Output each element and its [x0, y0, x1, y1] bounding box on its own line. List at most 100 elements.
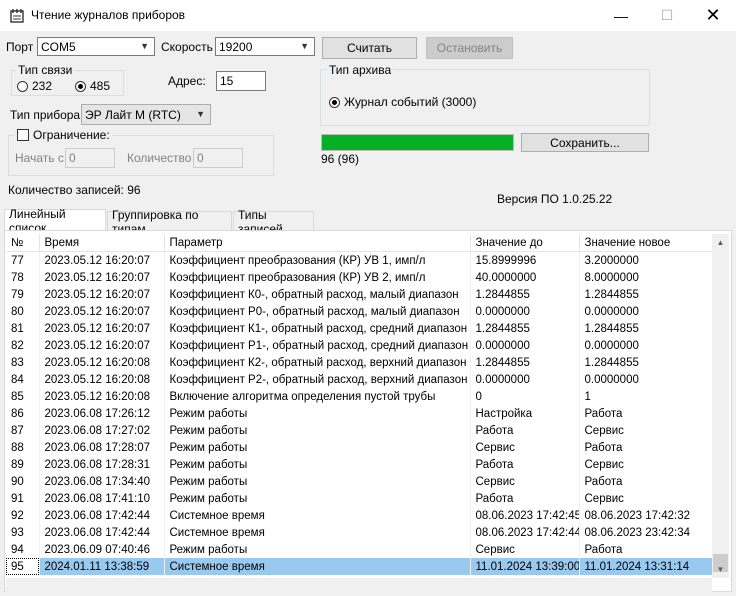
- maximize-icon[interactable]: ☐: [644, 0, 690, 31]
- radio-485-circle: [75, 80, 86, 92]
- table-cell: 40.0000000: [470, 269, 580, 286]
- port-label: Порт: [6, 40, 34, 54]
- table-row[interactable]: 88 2023.06.08 17:28:07 Режим работы Сервис Р…: [6, 439, 712, 456]
- table-cell: Включение алгоритма определения пустой т…: [164, 388, 471, 405]
- table-cell: 86: [6, 405, 40, 422]
- table-row[interactable]: 81 2023.05.12 16:20:07 Коэффициент К1-, об…: [6, 320, 712, 337]
- horizontal-scrollbar[interactable]: [6, 578, 712, 592]
- speed-select[interactable]: 19200 ▼: [215, 37, 315, 56]
- table-cell: 91: [6, 490, 40, 507]
- table-cell: 11.01.2024 13:31:14: [579, 558, 712, 575]
- radio-232[interactable]: 232: [17, 79, 52, 93]
- table-cell: 94: [6, 541, 40, 558]
- radio-232-label: 232: [32, 79, 53, 93]
- table-row[interactable]: 84 2023.05.12 16:20:08 Коэффициент Р2-, об…: [6, 371, 712, 388]
- tab-group-by-type[interactable]: Группировка по типам: [107, 208, 232, 236]
- table-cell: Системное время: [164, 524, 471, 541]
- table-cell: Коэффициент Р0-, обратный расход, малый …: [164, 303, 471, 320]
- archive-type-legend: Тип архива: [327, 63, 394, 77]
- table-cell: 8.0000000: [579, 269, 712, 286]
- start-label: Начать с: [15, 151, 64, 165]
- table-cell: 81: [6, 320, 40, 337]
- device-label: Тип прибора:: [10, 108, 84, 122]
- device-select[interactable]: ЭР Лайт М (RTC) ▼: [81, 104, 211, 125]
- table-row[interactable]: 90 2023.06.08 17:34:40 Режим работы Сервис Р…: [6, 473, 712, 490]
- limit-checkbox-label: Ограничение:: [33, 128, 110, 142]
- table-cell: 2023.06.09 07:40:46: [39, 541, 165, 558]
- table-cell: 88: [6, 439, 40, 456]
- table-cell: 83: [6, 354, 40, 371]
- table-cell: Коэффициент преобразования (КР) УВ 2, им…: [164, 269, 471, 286]
- column-header-value-before[interactable]: Значение до: [470, 234, 580, 252]
- column-header-value-new[interactable]: Значение новое: [579, 234, 712, 252]
- count-input[interactable]: 0: [193, 148, 243, 168]
- table-cell: 2023.06.08 17:42:44: [39, 524, 165, 541]
- table-cell: 08.06.2023 17:42:32: [579, 507, 712, 524]
- column-header-number[interactable]: №: [6, 234, 40, 252]
- table-cell: 2023.05.12 16:20:08: [39, 354, 165, 371]
- port-select[interactable]: COM5 ▼: [37, 37, 155, 56]
- stop-button[interactable]: Остановить: [426, 37, 513, 59]
- table-cell: 80: [6, 303, 40, 320]
- table-cell: 0: [470, 388, 580, 405]
- vertical-scrollbar[interactable]: ▲ ▼: [712, 234, 729, 578]
- window-title: Чтение журналов приборов: [31, 8, 186, 22]
- column-header-time[interactable]: Время: [39, 234, 165, 252]
- table-row[interactable]: 87 2023.06.08 17:27:02 Режим работы Работа С…: [6, 422, 712, 439]
- archive-option-radio[interactable]: Журнал событий (3000): [329, 95, 476, 109]
- scroll-up-icon[interactable]: ▲: [712, 234, 729, 251]
- progress-fill: [322, 135, 513, 150]
- table-row[interactable]: 91 2023.06.08 17:41:10 Режим работы Работа С…: [6, 490, 712, 507]
- close-icon[interactable]: ✕: [690, 0, 736, 31]
- address-input[interactable]: 15: [216, 71, 266, 91]
- table-cell: 08.06.2023 23:42:34: [579, 524, 712, 541]
- table-cell: Коэффициент К1-, обратный расход, средни…: [164, 320, 471, 337]
- table-cell: Работа: [470, 490, 580, 507]
- table-cell: 2023.05.12 16:20:07: [39, 286, 165, 303]
- progress-text: 96 (96): [321, 152, 360, 166]
- read-button[interactable]: Считать: [322, 37, 417, 59]
- table-cell: 1.2844855: [579, 320, 712, 337]
- table-row[interactable]: 83 2023.05.12 16:20:08 Коэффициент К2-, об…: [6, 354, 712, 371]
- address-label: Адрес:: [168, 74, 206, 88]
- table-cell: 82: [6, 337, 40, 354]
- records-list[interactable]: № Время Параметр Значение до Значение но…: [6, 234, 712, 578]
- table-row[interactable]: 93 2023.06.08 17:42:44 Системное время 08.0…: [6, 524, 712, 541]
- table-row[interactable]: 82 2023.05.12 16:20:07 Коэффициент Р1-, об…: [6, 337, 712, 354]
- table-cell: Сервис: [579, 490, 712, 507]
- table-cell: Коэффициент Р1-, обратный расход, средни…: [164, 337, 471, 354]
- table-cell: 1: [579, 388, 712, 405]
- table-row[interactable]: 89 2023.06.08 17:28:31 Режим работы Работа С…: [6, 456, 712, 473]
- table-cell: 2023.06.08 17:42:44: [39, 507, 165, 524]
- table-cell: Коэффициент Р2-, обратный расход, верхни…: [164, 371, 471, 388]
- table-row[interactable]: 92 2023.06.08 17:42:44 Системное время 08.0…: [6, 507, 712, 524]
- records-count: Количество записей: 96: [8, 183, 141, 197]
- table-cell: 84: [6, 371, 40, 388]
- tab-linear-list[interactable]: Линейный список: [4, 207, 106, 235]
- tab-record-types[interactable]: Типы записей: [233, 208, 314, 236]
- table-cell: Режим работы: [164, 473, 471, 490]
- table-row[interactable]: 77 2023.05.12 16:20:07 Коэффициент преобра…: [6, 251, 712, 269]
- chevron-down-icon: ▼: [196, 109, 205, 119]
- table-row[interactable]: 95 2024.01.11 13:38:59 Системное время 11.0…: [6, 558, 712, 575]
- table-row[interactable]: 80 2023.05.12 16:20:07 Коэффициент Р0-, об…: [6, 303, 712, 320]
- version-text: Версия ПО 1.0.25.22: [497, 192, 613, 206]
- table-row[interactable]: 78 2023.05.12 16:20:07 Коэффициент преобра…: [6, 269, 712, 286]
- table-cell: 2023.05.12 16:20:07: [39, 337, 165, 354]
- table-cell: Работа: [470, 456, 580, 473]
- device-value: ЭР Лайт М (RTC): [85, 107, 181, 122]
- table-row[interactable]: 94 2023.06.09 07:40:46 Режим работы Сервис Р…: [6, 541, 712, 558]
- column-header-parameter[interactable]: Параметр: [164, 234, 471, 252]
- radio-485[interactable]: 485: [75, 79, 110, 93]
- table-cell: 2023.05.12 16:20:07: [39, 320, 165, 337]
- table-row[interactable]: 86 2023.06.08 17:26:12 Режим работы Настрой…: [6, 405, 712, 422]
- minimize-icon[interactable]: —: [598, 0, 644, 31]
- limit-checkbox[interactable]: Ограничение:: [15, 128, 112, 142]
- archive-radio-circle: [329, 96, 340, 108]
- start-input[interactable]: 0: [65, 148, 115, 168]
- table-row[interactable]: 85 2023.05.12 16:20:08 Включение алгоритма…: [6, 388, 712, 405]
- table-cell: 1.2844855: [579, 286, 712, 303]
- table-row[interactable]: 79 2023.05.12 16:20:07 Коэффициент К0-, об…: [6, 286, 712, 303]
- scroll-down-icon[interactable]: ▼: [712, 561, 729, 578]
- save-button[interactable]: Сохранить...: [521, 133, 649, 152]
